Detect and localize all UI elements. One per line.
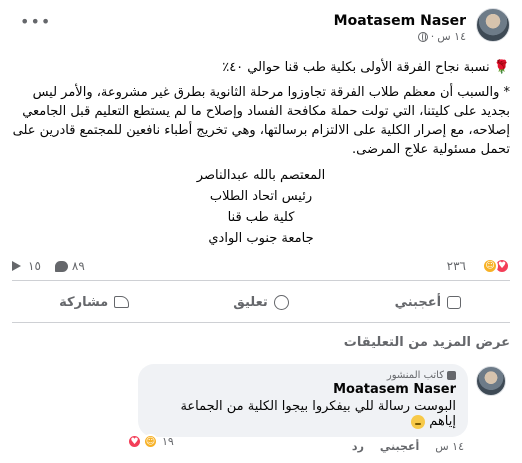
divider — [12, 280, 510, 281]
thumbs-up-icon — [447, 295, 462, 309]
badge-icon — [447, 371, 456, 380]
comment-label: تعليق — [233, 294, 268, 310]
comment-reactions[interactable]: ♥ ☺ ١٩ — [127, 434, 176, 449]
post-paragraph: * والسبب أن معظم طلاب الفرقة تجاوزوا مرح… — [12, 85, 510, 157]
comment-count-icon — [54, 260, 68, 272]
post-stats: ١٥ ٨٩ — [12, 259, 85, 273]
like-button[interactable]: أعجبني — [346, 288, 510, 316]
comment-bubble: كاتب المنشور Moatasem Naser البوست رسالة… — [138, 364, 468, 437]
author-badge-label: كاتب المنشور — [386, 370, 444, 381]
shares-stat[interactable]: ١٥ — [12, 259, 41, 273]
comment-author[interactable]: Moatasem Naser — [150, 382, 456, 397]
more-icon[interactable]: ••• — [20, 12, 51, 31]
comment-time[interactable]: ١٤ س — [435, 440, 464, 453]
reaction-icons[interactable]: ♥ ☺ — [482, 258, 510, 274]
post-header: Moatasem Naser ١٤ س · ••• — [12, 8, 510, 44]
post-time[interactable]: ١٤ س — [437, 30, 466, 43]
haha-react-icon: ☺ — [143, 434, 158, 449]
comment-text-row: البوست رسالة للي بيفكروا بيجوا الكلية من… — [150, 399, 456, 429]
comment-footer: ١٤ س أعجبني رد — [130, 436, 464, 456]
post-meta: ١٤ س · — [417, 30, 466, 43]
share-label: مشاركة — [59, 294, 109, 310]
reaction-bar: ♥ ☺ ٢٣٦ ١٥ ٨٩ — [12, 256, 510, 276]
signature-line: كلية طب قنا — [227, 210, 295, 225]
comment-button[interactable]: تعليق — [179, 288, 343, 316]
haha-react-icon: ☺ — [482, 258, 498, 274]
divider — [12, 322, 510, 323]
commenter-avatar[interactable] — [476, 366, 506, 396]
like-label: أعجبني — [394, 294, 442, 310]
reaction-count[interactable]: ٢٣٦ — [447, 259, 466, 273]
share-icon — [114, 296, 130, 308]
signature-line: المعتصم بالله عبدالناصر — [196, 168, 326, 183]
comments-count: ٨٩ — [71, 259, 85, 273]
globe-icon — [417, 31, 428, 42]
comments-stat[interactable]: ٨٩ — [54, 259, 85, 273]
comment-reply-link[interactable]: رد — [352, 440, 364, 453]
view-more-comments-link[interactable]: عرض المزيد من التعليقات — [344, 335, 510, 350]
action-bar: أعجبني تعليق مشاركة — [12, 288, 510, 316]
author-badge: كاتب المنشور — [150, 370, 456, 381]
comment-icon — [273, 294, 289, 310]
post-headline: 🌹 نسبة نجاح الفرقة الأولى بكلية طب قنا ح… — [222, 60, 510, 75]
shares-count: ١٥ — [28, 259, 41, 273]
signature-line: رئيس اتحاد الطلاب — [209, 189, 313, 204]
facebook-post: Moatasem Naser ١٤ س · ••• 🌹 نسبة نجاح ال… — [0, 0, 522, 463]
author-name[interactable]: Moatasem Naser — [334, 13, 466, 29]
share-button[interactable]: مشاركة — [12, 288, 176, 316]
love-react-icon: ♥ — [127, 434, 142, 449]
post-signature: المعتصم بالله عبدالناصر رئيس اتحاد الطلا… — [12, 165, 510, 249]
comment-like-link[interactable]: أعجبني — [380, 440, 419, 453]
post-body: 🌹 نسبة نجاح الفرقة الأولى بكلية طب قنا ح… — [12, 58, 510, 249]
comment-react-count: ١٩ — [162, 435, 174, 448]
author-avatar[interactable] — [476, 8, 510, 42]
signature-line: جامعة جنوب الوادي — [208, 231, 314, 246]
grimace-emoji-icon — [411, 414, 426, 429]
share-count-icon — [12, 261, 24, 271]
